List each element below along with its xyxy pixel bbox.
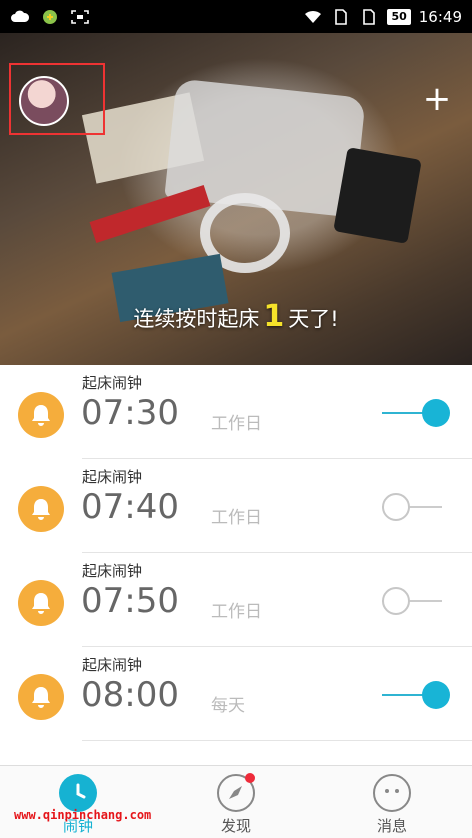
desk-pennant-deco xyxy=(89,184,211,244)
alarm-item[interactable]: 起床闹钟 07:40 工作日 xyxy=(18,459,472,553)
streak-prefix: 连续按时起床 xyxy=(133,307,260,331)
alarm-time: 07:30 xyxy=(81,393,179,433)
sim1-icon xyxy=(335,8,348,25)
streak-count: 1 xyxy=(263,299,285,334)
streak-message: 连续按时起床 1 天了! xyxy=(0,299,472,334)
alarm-clock-icon xyxy=(59,774,97,812)
add-alarm-button[interactable]: + xyxy=(422,82,452,116)
hero-banner: + 连续按时起床 1 天了! xyxy=(0,33,472,365)
watermark: www.qinpinchang.com xyxy=(14,808,152,822)
alarm-time: 07:40 xyxy=(81,487,179,527)
alarm-toggle[interactable] xyxy=(382,493,450,521)
user-avatar[interactable] xyxy=(19,76,69,126)
streak-suffix: 天了! xyxy=(288,307,339,331)
tab-discover[interactable]: 发现 xyxy=(196,773,276,836)
alarm-repeat: 每天 xyxy=(211,696,245,716)
bell-icon xyxy=(18,486,64,532)
desk-camera-deco xyxy=(333,147,422,244)
sim2-icon xyxy=(363,8,376,25)
alarm-toggle[interactable] xyxy=(382,399,450,427)
alarm-item[interactable]: 起床闹钟 07:30 工作日 xyxy=(18,365,472,459)
wifi-icon xyxy=(305,10,322,23)
alarm-label: 起床闹钟 xyxy=(82,656,143,674)
bottom-navigation: 闹钟 发现 消息 xyxy=(0,765,472,838)
compass-icon xyxy=(217,773,255,812)
alarm-label: 起床闹钟 xyxy=(82,562,143,580)
alarm-toggle[interactable] xyxy=(382,681,450,709)
notification-dot xyxy=(245,773,255,783)
alarm-list: 起床闹钟 07:30 工作日 起床闹钟 07:40 工作日 起床闹钟 07:50… xyxy=(0,365,472,741)
alarm-item[interactable]: 起床闹钟 07:50 工作日 xyxy=(18,553,472,647)
alarm-toggle[interactable] xyxy=(382,587,450,615)
alarm-repeat: 工作日 xyxy=(211,602,262,622)
alarm-repeat: 工作日 xyxy=(211,414,262,434)
bell-icon xyxy=(18,580,64,626)
alarm-repeat: 工作日 xyxy=(211,508,262,528)
tab-alarm[interactable]: 闹钟 xyxy=(38,774,118,836)
cloud-icon xyxy=(11,10,30,22)
battery-indicator: 50 xyxy=(387,8,411,25)
tab-messages[interactable]: 消息 xyxy=(352,774,432,836)
tab-discover-label: 发现 xyxy=(220,817,251,835)
alarm-label: 起床闹钟 xyxy=(82,468,143,486)
bell-icon xyxy=(18,392,64,438)
alarm-item[interactable]: 起床闹钟 08:00 每天 xyxy=(18,647,472,741)
status-bar: 50 16:49 xyxy=(0,0,472,33)
bell-icon xyxy=(18,674,64,720)
screenshot-icon xyxy=(71,9,89,24)
app-badge-icon xyxy=(43,9,57,24)
clock: 16:49 xyxy=(418,7,462,26)
alarm-time: 08:00 xyxy=(81,675,179,715)
tab-messages-label: 消息 xyxy=(376,817,407,835)
chat-bubble-icon xyxy=(373,774,411,812)
alarm-label: 起床闹钟 xyxy=(82,374,143,392)
alarm-time: 07:50 xyxy=(81,581,179,621)
